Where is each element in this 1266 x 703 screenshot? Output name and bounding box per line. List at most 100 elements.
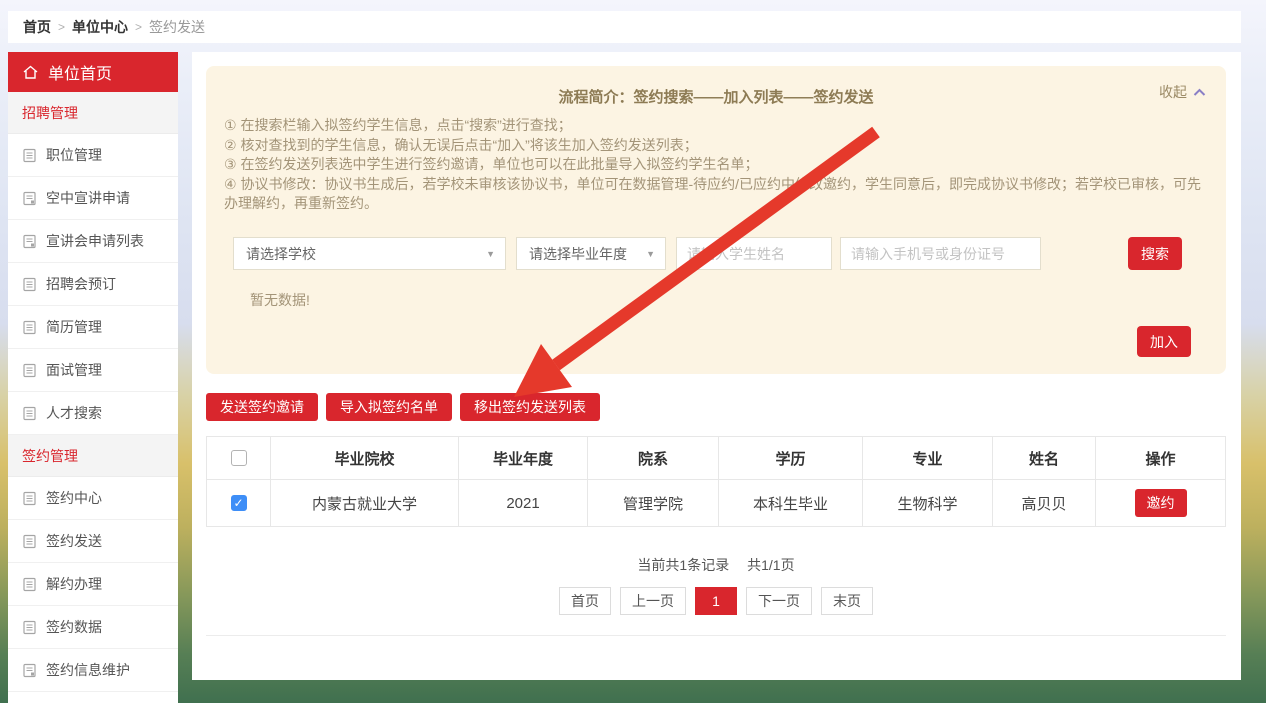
doc-lines-icon [22, 534, 37, 549]
student-name-input[interactable] [676, 237, 832, 270]
sidebar-home-button[interactable]: 单位首页 [8, 52, 178, 92]
no-data-text: 暂无数据! [250, 290, 310, 310]
doc-lines-icon [22, 406, 37, 421]
doc-corner-icon [22, 191, 37, 206]
col-header-dept: 院系 [588, 437, 719, 479]
cell-school: 内蒙古就业大学 [271, 480, 459, 526]
prev-page-button[interactable]: 上一页 [620, 587, 686, 615]
chevron-down-icon: ▼ [486, 249, 495, 259]
breadcrumb-current-page: 签约发送 [149, 17, 205, 37]
chevron-down-icon: ▼ [646, 249, 655, 259]
last-page-button[interactable]: 末页 [821, 587, 873, 615]
sidebar-item-label: 宣讲会申请列表 [46, 231, 144, 251]
breadcrumb-unit-center[interactable]: 单位中心 [72, 17, 128, 37]
sidebar-section-recruitment: 招聘管理 [8, 92, 178, 134]
collapse-label: 收起 [1159, 82, 1187, 102]
sidebar-item-label: 签约数据 [46, 617, 102, 637]
sidebar-item-presentation-apply-list[interactable]: 宣讲会申请列表 [8, 220, 178, 263]
sidebar-item-label: 职位管理 [46, 145, 102, 165]
send-invite-button[interactable]: 发送签约邀请 [206, 393, 318, 421]
process-step-3: ③ 在签约发送列表选中学生进行签约邀请，单位也可以在此批量导入拟签约学生名单； [224, 155, 1206, 175]
doc-lines-icon [22, 320, 37, 335]
sidebar-item-label: 面试管理 [46, 360, 102, 380]
pagination: 首页 上一页 1 下一页 末页 [206, 587, 1226, 615]
sidebar-section-signing: 签约管理 [8, 435, 178, 477]
process-steps: ① 在搜索栏输入拟签约学生信息，点击“搜索”进行查找； ② 核对查找到的学生信息… [224, 116, 1206, 214]
sidebar-item-label: 签约中心 [46, 488, 102, 508]
add-button[interactable]: 加入 [1137, 326, 1191, 357]
sidebar-item-signing-data[interactable]: 签约数据 [8, 606, 178, 649]
current-page-button[interactable]: 1 [695, 587, 737, 615]
cell-action: 邀约 [1096, 480, 1225, 526]
next-page-button[interactable]: 下一页 [746, 587, 812, 615]
select-all-checkbox[interactable] [231, 450, 247, 466]
first-page-button[interactable]: 首页 [559, 587, 611, 615]
sidebar-item-label: 签约信息维护 [46, 660, 130, 680]
main-content: 收起 流程简介：签约搜索——加入列表——签约发送 ① 在搜索栏输入拟签约学生信息… [192, 52, 1241, 680]
col-header-year: 毕业年度 [459, 437, 588, 479]
page-count: 共1/1页 [747, 557, 794, 573]
graduation-year-select-value: 请选择毕业年度 [529, 244, 627, 264]
doc-corner-icon [22, 663, 37, 678]
select-all-cell [207, 437, 271, 479]
sidebar-item-label: 人才搜索 [46, 403, 102, 423]
record-count: 当前共1条记录 [637, 557, 729, 573]
table-row: ✓ 内蒙古就业大学 2021 管理学院 本科生毕业 生物科学 高贝贝 邀约 [207, 480, 1225, 526]
process-intro-panel: 收起 流程简介：签约搜索——加入列表——签约发送 ① 在搜索栏输入拟签约学生信息… [206, 66, 1226, 374]
col-header-major: 专业 [863, 437, 993, 479]
process-step-4: ④ 协议书修改：协议书生成后，若学校未审核该协议书，单位可在数据管理-待应约/已… [224, 175, 1206, 214]
doc-lines-icon [22, 491, 37, 506]
sidebar-item-interview-management[interactable]: 面试管理 [8, 349, 178, 392]
table-header-row: 毕业院校 毕业年度 院系 学历 专业 姓名 操作 [207, 437, 1225, 480]
sidebar-item-label: 简历管理 [46, 317, 102, 337]
sidebar-item-job-fair-booking[interactable]: 招聘会预订 [8, 263, 178, 306]
chevron-up-icon [1193, 84, 1206, 100]
sidebar-item-signing-center[interactable]: 签约中心 [8, 477, 178, 520]
action-buttons: 发送签约邀请 导入拟签约名单 移出签约发送列表 [206, 393, 600, 421]
school-select[interactable]: 请选择学校 ▼ [233, 237, 506, 270]
sidebar-item-online-presentation-apply[interactable]: 空中宣讲申请 [8, 177, 178, 220]
search-button[interactable]: 搜索 [1128, 237, 1182, 270]
sidebar: 单位首页 招聘管理 职位管理 空中宣讲申请 宣讲会申请列表 招聘会预订 简历管理… [8, 52, 178, 703]
sidebar-item-talent-search[interactable]: 人才搜索 [8, 392, 178, 435]
breadcrumb-separator: > [135, 20, 142, 34]
process-step-2: ② 核对查找到的学生信息，确认无误后点击“加入”将该生加入签约发送列表； [224, 136, 1206, 156]
cell-degree: 本科生毕业 [719, 480, 863, 526]
pagination-summary: 当前共1条记录 共1/1页 [206, 555, 1226, 575]
cell-major: 生物科学 [863, 480, 993, 526]
doc-lines-icon [22, 577, 37, 592]
sidebar-item-resume-management[interactable]: 简历管理 [8, 306, 178, 349]
collapse-toggle[interactable]: 收起 [1159, 82, 1206, 102]
sidebar-item-label: 签约发送 [46, 531, 102, 551]
breadcrumb-home[interactable]: 首页 [23, 17, 51, 37]
school-select-value: 请选择学校 [246, 244, 316, 264]
row-checkbox-cell: ✓ [207, 480, 271, 526]
sidebar-item-position-management[interactable]: 职位管理 [8, 134, 178, 177]
breadcrumb: 首页 > 单位中心 > 签约发送 [8, 11, 1241, 43]
process-step-1: ① 在搜索栏输入拟签约学生信息，点击“搜索”进行查找； [224, 116, 1206, 136]
sidebar-item-label: 空中宣讲申请 [46, 188, 130, 208]
graduation-year-select[interactable]: 请选择毕业年度 ▼ [516, 237, 666, 270]
row-checkbox[interactable]: ✓ [231, 495, 247, 511]
signing-send-table: 毕业院校 毕业年度 院系 学历 专业 姓名 操作 ✓ 内蒙古就业大学 2021 … [206, 436, 1226, 527]
sidebar-home-label: 单位首页 [48, 60, 112, 84]
divider [206, 635, 1226, 636]
col-header-name: 姓名 [993, 437, 1096, 479]
sidebar-item-signing-send[interactable]: 签约发送 [8, 520, 178, 563]
remove-from-list-button[interactable]: 移出签约发送列表 [460, 393, 600, 421]
doc-lines-icon [22, 363, 37, 378]
doc-lines-icon [22, 148, 37, 163]
invite-button[interactable]: 邀约 [1135, 489, 1187, 517]
doc-lines-icon [22, 277, 37, 292]
col-header-school: 毕业院校 [271, 437, 459, 479]
import-list-button[interactable]: 导入拟签约名单 [326, 393, 452, 421]
sidebar-item-signing-info-maintain[interactable]: 签约信息维护 [8, 649, 178, 692]
doc-lines-icon [22, 620, 37, 635]
phone-or-id-input[interactable] [840, 237, 1041, 270]
doc-corner-icon [22, 234, 37, 249]
cell-name: 高贝贝 [993, 480, 1096, 526]
sidebar-item-label: 招聘会预订 [46, 274, 116, 294]
cell-dept: 管理学院 [588, 480, 719, 526]
sidebar-item-termination-handle[interactable]: 解约办理 [8, 563, 178, 606]
home-icon [22, 64, 39, 81]
